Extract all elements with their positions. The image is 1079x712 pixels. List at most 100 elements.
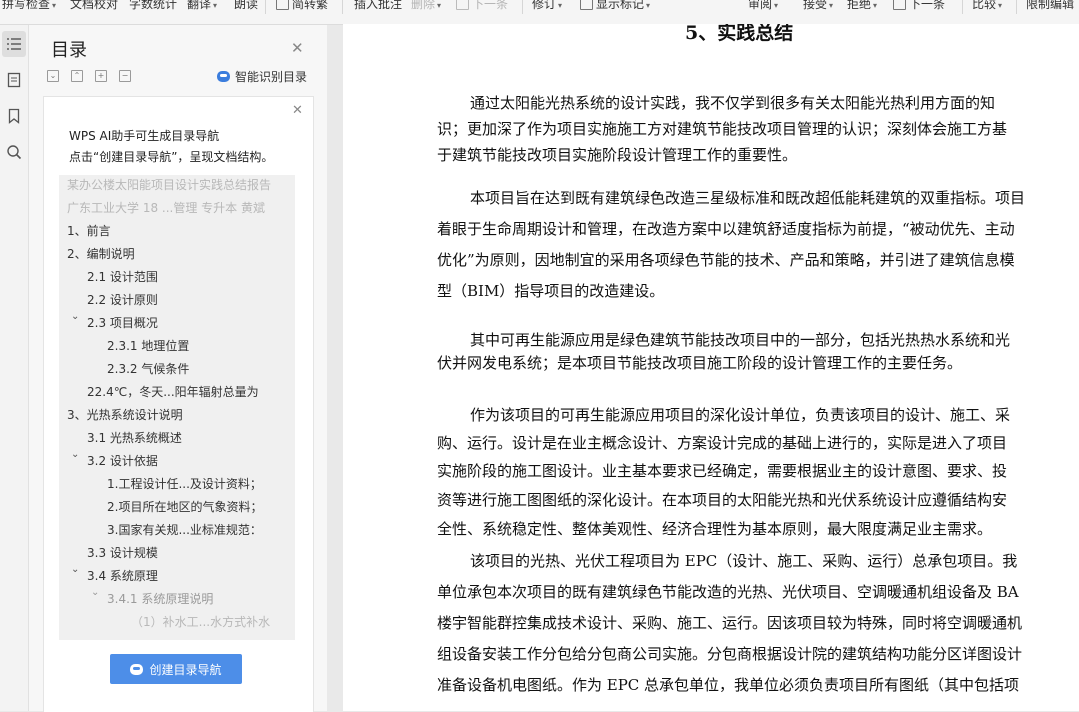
toolbar-divider [522, 0, 523, 14]
expand-all-icon[interactable]: ⌃ [71, 70, 83, 82]
translate-button[interactable]: 翻译▾ [187, 0, 217, 14]
text-line: 识；更加深了作为项目实施施工方对建筑节能技改项目管理的认识；深刻体会施工方基 [437, 118, 1007, 139]
text-line: 型（BIM）指导项目的改造建设。 [437, 280, 664, 301]
insert-comment-button[interactable]: 插入批注 [354, 0, 402, 14]
collapse-all-icon[interactable]: ⌄ [47, 70, 59, 82]
toc-rail-button[interactable] [2, 31, 26, 57]
chevron-down-icon: ▾ [52, 1, 56, 10]
chevron-down-icon: ▾ [873, 1, 877, 10]
toc-item[interactable]: 2.1 设计范围 [87, 267, 158, 287]
chevron-down-icon[interactable]: ⌄ [71, 564, 79, 575]
text-line: 单位承包本次项目的既有建筑绿色节能改造的光热、光伏项目、空调暖通机组设备及 BA [437, 581, 1019, 602]
toolbar-divider [962, 0, 963, 14]
toc-item[interactable]: 2.项目所在地区的气象资料； [107, 497, 262, 517]
toc-item[interactable]: 1.工程设计任...及设计资料； [107, 474, 262, 494]
chevron-down-icon: ▾ [437, 1, 441, 10]
toc-item[interactable]: 3.2 设计依据 [87, 451, 158, 471]
ai-hint-line: 点击“创建目录导航”，呈现文档结构。 [69, 148, 273, 165]
ai-hint-line: WPS AI助手可生成目录导航 [69, 127, 219, 144]
chevron-down-icon: ▾ [829, 1, 833, 10]
spell-check-button[interactable]: 拼写检查▾ [2, 0, 56, 14]
restrict-editing-button[interactable]: 限制编辑 [1026, 0, 1074, 14]
smart-detect-toc-button[interactable]: 智能识别目录 [217, 68, 307, 85]
toc-item[interactable]: 2.3.2 气候条件 [107, 359, 189, 379]
compare-button[interactable]: 比较▾ [972, 0, 1002, 14]
section-heading: 5、实践总结 [685, 24, 793, 45]
text-line: 组设备安装工作分包给分包商公司实施。分包商根据设计院的建筑结构功能分区详图设计 [437, 643, 1022, 664]
search-icon [6, 144, 22, 160]
reject-button[interactable]: 拒绝▾ [847, 0, 877, 14]
text-line: 于建筑节能技改项目实施阶段设计管理工作的重要性。 [437, 144, 797, 165]
toc-item[interactable]: 某办公楼太阳能项目设计实践总结报告 [67, 175, 271, 195]
close-icon[interactable]: ✕ [291, 39, 304, 57]
accept-button[interactable]: 接受▾ [803, 0, 833, 14]
word-count-button[interactable]: 字数统计 [129, 0, 177, 14]
text-line: 准备设备机电图纸。作为 EPC 总承包单位，我单位必须负责项目所有图纸（其中包括… [437, 674, 1019, 695]
toc-item[interactable]: 3.3 设计规模 [87, 543, 158, 563]
toc-item[interactable]: 1、前言 [67, 221, 111, 241]
text-line: 本项目旨在达到既有建筑绿色改造三星级标准和既改超低能耗建筑的双重指标。项目 [470, 187, 1025, 208]
track-changes-button[interactable]: 修订▾ [532, 0, 562, 14]
toc-item[interactable]: 3.4 系统原理 [87, 566, 158, 586]
markup-icon [580, 0, 593, 10]
wps-ai-icon [130, 664, 143, 675]
text-line: 全性、系统稳定性、整体美观性、经济合理性为基本原则，最大限度满足业主需求。 [437, 518, 992, 539]
toc-item[interactable]: 3.国家有关规...业标准规范： [107, 520, 262, 540]
text-line: 其中可再生能源应用是绿色建筑节能技改项目中的一部分，包括光热热水系统和光 [470, 329, 1010, 350]
toc-item[interactable]: 2.2 设计原则 [87, 290, 158, 310]
close-icon[interactable]: ✕ [292, 103, 303, 118]
create-toc-nav-button[interactable]: 创建目录导航 [110, 654, 242, 684]
bookmark-icon [8, 108, 20, 124]
toc-item[interactable]: 22.4℃，冬天...阳年辐射总量为 [87, 382, 259, 402]
delete-comment-button[interactable]: 删除▾ [411, 0, 441, 14]
text-line: 通过太阳能光热系统的设计实践，我不仅学到很多有关太阳能光热利用方面的知 [470, 92, 995, 113]
toc-panel: 目录 ✕ ⌄ ⌃ + − 智能识别目录 ✕ WPS AI助手可生成目录导航 点击… [29, 25, 327, 711]
toc-list-icon [6, 37, 22, 51]
chevron-down-icon[interactable]: ⌄ [71, 311, 79, 322]
text-line: 资等进行施工图图纸的深化设计。在本项目的太阳能光热和光伏系统设计应遵循结构安 [437, 489, 1007, 510]
next-icon [893, 0, 906, 10]
review-pane-button[interactable]: 审阅▾ [748, 0, 778, 14]
toc-panel-title: 目录 [51, 36, 87, 62]
toc-item[interactable]: 2.3.1 地理位置 [107, 336, 189, 356]
review-toolbar: 拼写检查▾ 文档校对 字数统计 翻译▾ 朗读 简转繁 插入批注 删除▾ 下一条 … [0, 0, 1079, 25]
chevron-down-icon: ▾ [558, 1, 562, 10]
next-comment-button[interactable]: 下一条 [456, 0, 508, 14]
text-line: 楼宇智能群控集成技术设计、采购、施工、运行。因该项目较为特殊，同时将空调暖通机 [437, 612, 1022, 633]
bookmark-rail-button[interactable] [2, 103, 26, 129]
remove-heading-icon[interactable]: − [119, 70, 131, 82]
show-markup-button[interactable]: 显示标记▾ [580, 0, 650, 14]
doc-proofread-button[interactable]: 文档校对 [70, 0, 118, 14]
chapters-rail-button[interactable] [2, 67, 26, 93]
text-line: 购、运行。设计是在业主概念设计、方案设计完成的基础上进行的，实际是进入了项目 [437, 432, 1007, 453]
chevron-down-icon: ▾ [213, 1, 217, 10]
toc-item[interactable]: （1）补水工...水方式补水 [131, 612, 270, 632]
add-heading-icon[interactable]: + [95, 70, 107, 82]
text-line: 着眼于生命周期设计和管理，在改造方案中以建筑舒适度指标为前提，“被动优先、主动 [437, 218, 1015, 239]
chevron-down-icon: ▾ [998, 1, 1002, 10]
text-line: 该项目的光热、光伏工程项目为 EPC（设计、施工、采购、运行）总承包项目。我 [470, 550, 1017, 571]
simp-to-trad-button[interactable]: 简转繁 [276, 0, 328, 14]
toc-item[interactable]: 广东工业大学 18 ...管理 专升本 黄斌 [67, 198, 265, 218]
document-page[interactable]: 5、实践总结 通过太阳能光热系统的设计实践，我不仅学到很多有关太阳能光热利用方面… [343, 24, 1079, 711]
toc-item[interactable]: 2.3 项目概况 [87, 313, 158, 333]
text-line: 实施阶段的施工图设计。业主基本要求已经确定，需要根据业主的设计意图、要求、投 [437, 460, 1007, 481]
toc-preview-list: 某办公楼太阳能项目设计实践总结报告 广东工业大学 18 ...管理 专升本 黄斌… [59, 175, 295, 640]
toc-item[interactable]: 2、编制说明 [67, 244, 135, 264]
left-nav-rail [0, 25, 29, 711]
toc-item[interactable]: 3.1 光热系统概述 [87, 428, 182, 448]
chevron-down-icon: ▾ [774, 1, 778, 10]
chevron-down-icon[interactable]: ⌄ [71, 449, 79, 460]
toolbar-divider [265, 0, 266, 14]
text-line: 作为该项目的可再生能源应用项目的深化设计单位，负责该项目的设计、施工、采 [470, 404, 1010, 425]
toolbar-divider [1016, 0, 1017, 14]
text-line: 伏并网发电系统；是本项目节能技改项目施工阶段的设计管理工作的主要任务。 [437, 352, 962, 373]
next-change-button[interactable]: 下一条 [893, 0, 945, 14]
ai-toc-card: ✕ WPS AI助手可生成目录导航 点击“创建目录导航”，呈现文档结构。 某办公… [43, 96, 314, 712]
find-rail-button[interactable] [2, 139, 26, 165]
toc-item[interactable]: 3、光热系统设计说明 [67, 405, 183, 425]
text-line: 优化”为原则，因地制宜的采用各项绿色节能的技术、产品和策略，并引进了建筑信息模 [437, 249, 1015, 270]
read-aloud-button[interactable]: 朗读 [234, 0, 258, 14]
toc-item[interactable]: 3.4.1 系统原理说明 [107, 589, 213, 609]
chevron-down-icon[interactable]: ⌄ [91, 587, 99, 598]
